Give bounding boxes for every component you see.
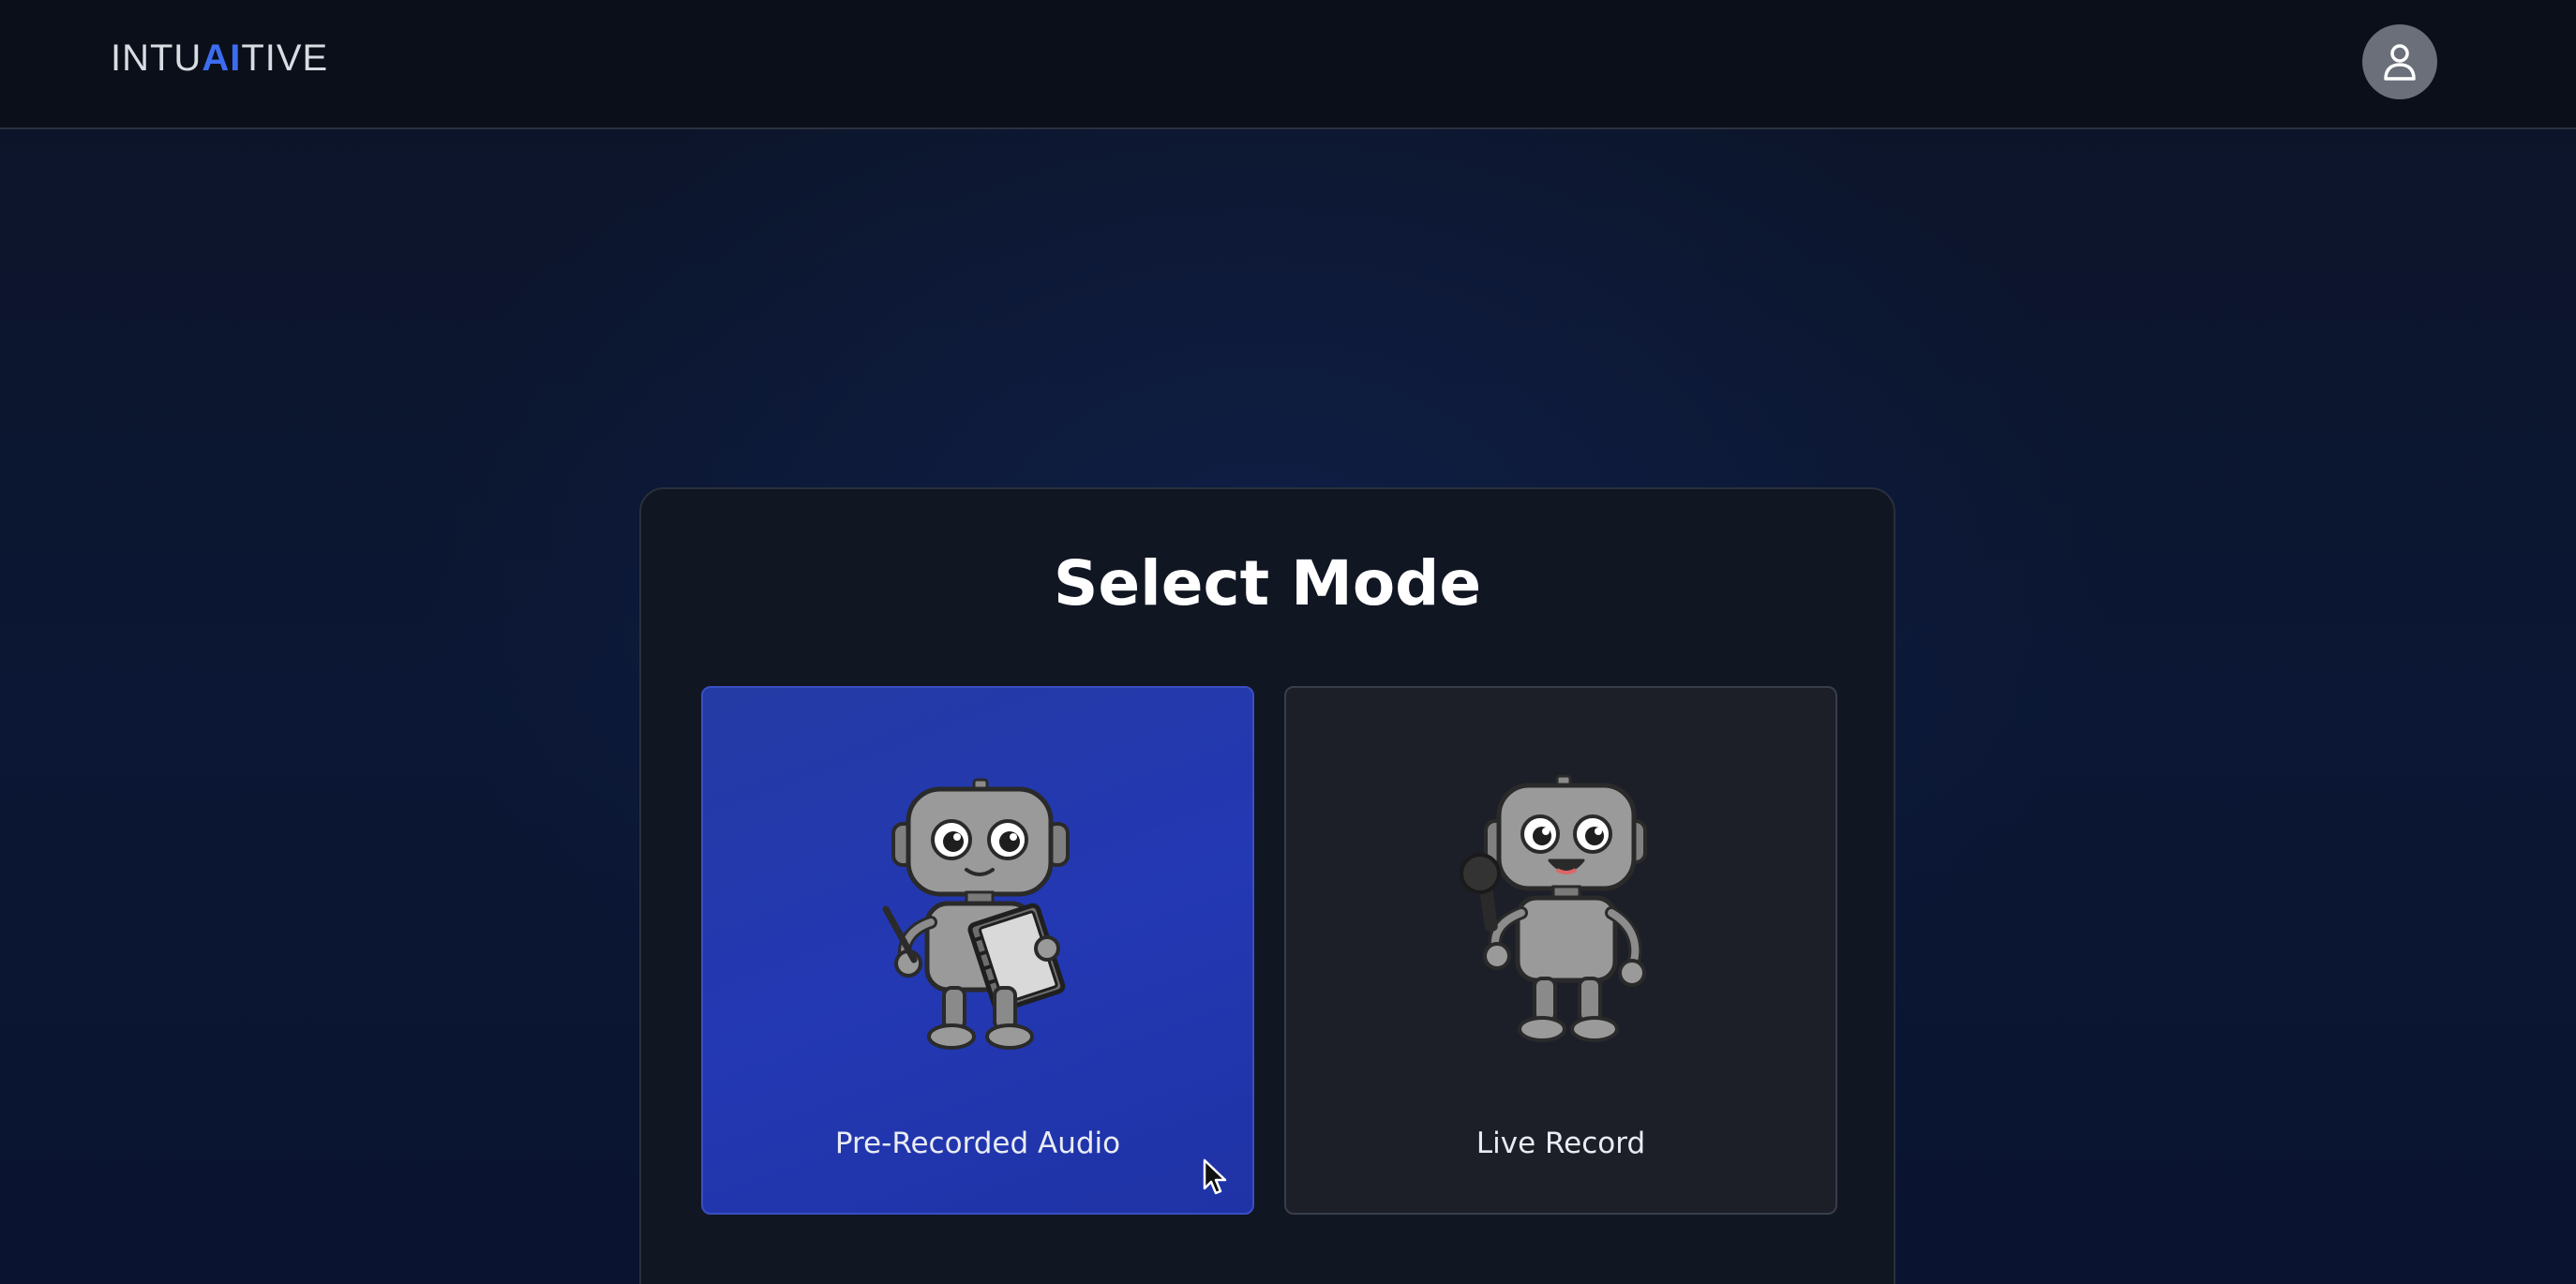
panel-title: Select Mode xyxy=(1053,547,1482,620)
mode-live-record[interactable]: Live Record xyxy=(1284,686,1837,1215)
robot-notebook-icon xyxy=(882,778,1070,1050)
mode-label: Pre-Recorded Audio xyxy=(834,1127,1121,1160)
logo-accent: AI xyxy=(202,37,242,79)
mouse-cursor-icon xyxy=(1203,1158,1227,1195)
user-icon xyxy=(2384,44,2416,81)
logo[interactable]: INTUAITIVE xyxy=(111,37,328,80)
select-mode-panel: Select Mode Pre-Recorded Audio Live Reco… xyxy=(639,487,1895,1284)
mode-pre-recorded-audio[interactable]: Pre-Recorded Audio xyxy=(701,686,1254,1215)
top-bar: INTUAITIVE xyxy=(0,0,2576,129)
page: INTUAITIVE Select Mode Pre-Recorded Audi… xyxy=(0,0,2576,1284)
user-avatar-button[interactable] xyxy=(2362,24,2437,99)
logo-suffix: TIVE xyxy=(241,37,329,79)
logo-prefix: INTU xyxy=(111,37,202,79)
mode-label: Live Record xyxy=(1475,1127,1646,1160)
robot-microphone-icon xyxy=(1460,774,1647,1042)
